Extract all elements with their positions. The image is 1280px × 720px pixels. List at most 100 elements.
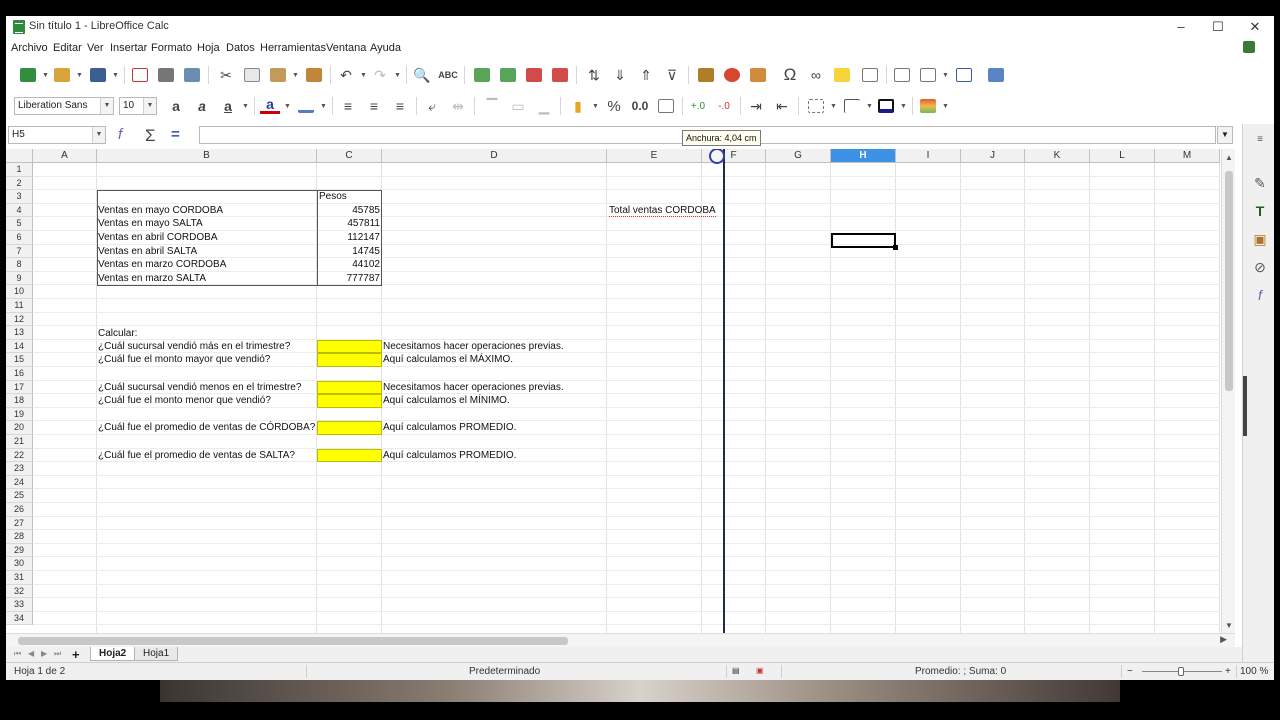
menu-ver[interactable]: Ver bbox=[87, 42, 104, 54]
insert-image-icon[interactable] bbox=[696, 65, 716, 85]
delete-row-icon[interactable] bbox=[524, 65, 544, 85]
freeze-dropdown-arrow[interactable]: ▼ bbox=[942, 72, 949, 79]
cell-b5[interactable]: Ventas en mayo SALTA bbox=[98, 217, 203, 231]
cell-c6[interactable]: 112147 bbox=[317, 231, 381, 245]
vertical-scroll-thumb[interactable] bbox=[1225, 171, 1233, 391]
sidebar-menu-icon[interactable]: ≡ bbox=[1251, 130, 1269, 148]
cell-c7[interactable]: 14745 bbox=[317, 245, 381, 259]
menu-archivo[interactable]: Archivo bbox=[11, 42, 48, 54]
sum-icon[interactable]: Σ bbox=[145, 126, 156, 146]
add-decimal-place-icon[interactable]: +.0 bbox=[688, 96, 708, 116]
new-document-icon[interactable] bbox=[18, 65, 38, 85]
question-cell-b18[interactable]: ¿Cuál fue el monto menor que vendió? bbox=[98, 394, 271, 408]
zoom-level[interactable]: 100 % bbox=[1240, 666, 1268, 677]
row-header-34[interactable]: 34 bbox=[6, 611, 33, 626]
save-icon[interactable] bbox=[88, 65, 108, 85]
zoom-in-button[interactable]: + bbox=[1225, 666, 1231, 677]
row-header-6[interactable]: 6 bbox=[6, 231, 33, 245]
cell-b7[interactable]: Ventas en abril SALTA bbox=[98, 245, 197, 259]
undo-icon[interactable]: ↶ bbox=[336, 65, 356, 85]
border-style-dropdown-arrow[interactable]: ▼ bbox=[866, 103, 873, 110]
show-draw-functions-icon[interactable] bbox=[986, 65, 1006, 85]
answer-cell-c14[interactable] bbox=[317, 339, 382, 354]
sort-descending-icon[interactable]: ⇓ bbox=[610, 65, 630, 85]
row-header-9[interactable]: 9 bbox=[6, 271, 33, 286]
font-size-combo[interactable]: 10 ▼ bbox=[119, 97, 157, 115]
next-sheet-arrow[interactable]: ▶ bbox=[41, 649, 47, 658]
menu-formato[interactable]: Formato bbox=[151, 42, 192, 54]
column-header-i[interactable]: I bbox=[896, 149, 961, 163]
print-preview-icon[interactable] bbox=[182, 65, 202, 85]
font-color-dropdown-arrow[interactable]: ▼ bbox=[284, 103, 291, 110]
align-center-icon[interactable]: ≡ bbox=[364, 96, 384, 116]
note-cell-d18[interactable]: Aquí calculamos el MÍNIMO. bbox=[383, 394, 510, 408]
sort-ascending-icon[interactable]: ⇑ bbox=[636, 65, 656, 85]
column-header-m[interactable]: M bbox=[1155, 149, 1220, 163]
cell-e4[interactable]: Total ventas CORDOBA bbox=[609, 204, 716, 218]
row-header-11[interactable]: 11 bbox=[6, 299, 33, 313]
row-header-24[interactable]: 24 bbox=[6, 475, 33, 490]
new-dropdown-arrow[interactable]: ▼ bbox=[42, 72, 49, 79]
redo-dropdown-arrow[interactable]: ▼ bbox=[394, 72, 401, 79]
row-header-3[interactable]: 3 bbox=[6, 190, 33, 204]
sheet-tab-hoja1[interactable]: Hoja1 bbox=[134, 647, 179, 661]
row-header-2[interactable]: 2 bbox=[6, 176, 33, 191]
column-header-g[interactable]: G bbox=[766, 149, 831, 163]
open-folder-icon[interactable] bbox=[52, 65, 72, 85]
close-button[interactable]: ✕ bbox=[1237, 18, 1273, 36]
cell-b13[interactable]: Calcular: bbox=[98, 327, 137, 341]
question-cell-b17[interactable]: ¿Cuál sucursal vendió menos en el trimes… bbox=[98, 381, 301, 395]
font-color-icon[interactable]: a bbox=[260, 96, 280, 114]
answer-cell-c22[interactable] bbox=[317, 448, 382, 463]
insert-column-icon[interactable] bbox=[498, 65, 518, 85]
selection-mode-icon[interactable]: ▤ bbox=[732, 666, 740, 675]
question-cell-b14[interactable]: ¿Cuál sucursal vendió más en el trimestr… bbox=[98, 340, 290, 354]
horizontal-scrollbar[interactable]: ▶ bbox=[6, 633, 1235, 647]
row-header-10[interactable]: 10 bbox=[6, 285, 33, 299]
sheet-tab-hoja2[interactable]: Hoja2 bbox=[90, 647, 136, 661]
format-currency-icon[interactable]: ▮ bbox=[568, 96, 588, 116]
cell-c9[interactable]: 777787 bbox=[317, 272, 381, 286]
scroll-down-arrow[interactable]: ▼ bbox=[1222, 621, 1236, 633]
cell-c8[interactable]: 44102 bbox=[317, 258, 381, 272]
select-all-corner[interactable] bbox=[6, 149, 33, 163]
cut-icon[interactable]: ✂ bbox=[216, 65, 236, 85]
answer-cell-c20[interactable] bbox=[317, 421, 382, 435]
column-header-d[interactable]: D bbox=[382, 149, 607, 163]
menu-datos[interactable]: Datos bbox=[226, 42, 255, 54]
previous-sheet-arrow[interactable]: ◀ bbox=[28, 649, 34, 658]
page-style-status[interactable]: Predeterminado bbox=[469, 666, 540, 677]
answer-cell-c15[interactable] bbox=[317, 353, 382, 367]
align-right-icon[interactable]: ≡ bbox=[390, 96, 410, 116]
menu-herramientas[interactable]: Herramientas bbox=[260, 42, 326, 54]
note-cell-d22[interactable]: Aquí calculamos PROMEDIO. bbox=[383, 449, 516, 463]
add-sheet-button[interactable]: + bbox=[72, 647, 80, 662]
border-color-dropdown-arrow[interactable]: ▼ bbox=[900, 103, 907, 110]
align-left-icon[interactable]: ≡ bbox=[338, 96, 358, 116]
maximize-button[interactable]: ☐ bbox=[1200, 18, 1236, 36]
increase-indent-icon[interactable]: ⇥ bbox=[746, 96, 766, 116]
row-header-33[interactable]: 33 bbox=[6, 598, 33, 612]
horizontal-scroll-thumb[interactable] bbox=[18, 637, 568, 645]
scroll-up-arrow[interactable]: ▲ bbox=[1222, 153, 1236, 165]
column-header-h[interactable]: H bbox=[831, 149, 896, 163]
delete-column-icon[interactable] bbox=[550, 65, 570, 85]
clone-formatting-icon[interactable] bbox=[304, 65, 324, 85]
undo-dropdown-arrow[interactable]: ▼ bbox=[360, 72, 367, 79]
sort-icon[interactable]: ⇅ bbox=[584, 65, 604, 85]
print-icon[interactable] bbox=[156, 65, 176, 85]
border-color-icon[interactable] bbox=[876, 96, 896, 116]
row-header-16[interactable]: 16 bbox=[6, 367, 33, 381]
note-cell-d15[interactable]: Aquí calculamos el MÁXIMO. bbox=[383, 353, 513, 367]
row-header-29[interactable]: 29 bbox=[6, 543, 33, 558]
row-header-20[interactable]: 20 bbox=[6, 421, 33, 435]
find-replace-icon[interactable]: 🔍 bbox=[412, 65, 432, 85]
cell-c4[interactable]: 45785 bbox=[317, 204, 381, 218]
center-vertically-icon[interactable]: ▭ bbox=[508, 96, 528, 116]
align-bottom-icon[interactable]: ▁ bbox=[534, 96, 554, 116]
gallery-icon[interactable]: ▣ bbox=[1251, 230, 1269, 248]
row-header-8[interactable]: 8 bbox=[6, 258, 33, 272]
highlight-color-icon[interactable] bbox=[296, 96, 316, 116]
name-box-dropdown-arrow[interactable]: ▼ bbox=[92, 127, 105, 143]
row-header-31[interactable]: 31 bbox=[6, 571, 33, 585]
